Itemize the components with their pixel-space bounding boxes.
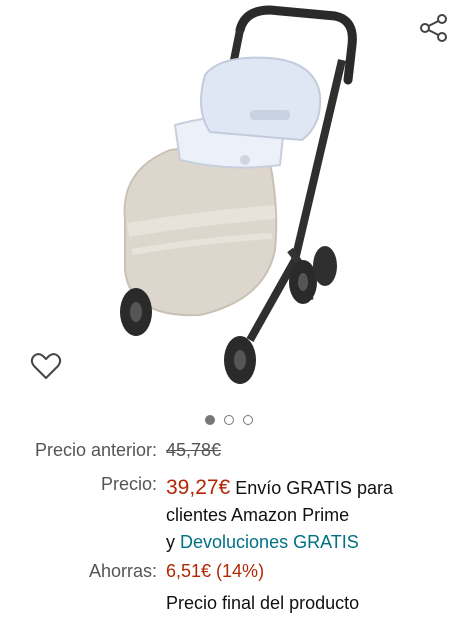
share-icon[interactable] bbox=[418, 12, 450, 44]
shipping-text: Envío GRATIS para bbox=[230, 478, 393, 498]
page-dot-1[interactable] bbox=[205, 415, 215, 425]
savings-value: 6,51€ (14%) bbox=[166, 561, 265, 581]
heart-outline-icon[interactable] bbox=[30, 350, 62, 382]
free-returns-link[interactable]: Devoluciones GRATIS bbox=[180, 532, 359, 552]
shipping-text-line2: clientes Amazon Prime bbox=[166, 505, 350, 525]
price-label: Precio: bbox=[100, 474, 157, 494]
price-details: 39,27€ Envío GRATIS para clientes Amazon… bbox=[166, 474, 393, 556]
price-value: 39,27€ bbox=[166, 476, 231, 499]
page-dot-3[interactable] bbox=[243, 415, 253, 425]
final-price-note: Precio final del producto bbox=[166, 593, 360, 613]
product-image-gallery[interactable] bbox=[0, 0, 475, 400]
product-image[interactable] bbox=[80, 0, 370, 400]
page-dot-2[interactable] bbox=[224, 415, 234, 425]
image-page-indicator[interactable] bbox=[205, 413, 253, 427]
previous-price-label: Precio anterior: bbox=[34, 440, 157, 460]
previous-price-value: 45,78€ bbox=[166, 440, 222, 460]
savings-label: Ahorras: bbox=[88, 561, 157, 581]
returns-prefix: y bbox=[166, 532, 181, 552]
